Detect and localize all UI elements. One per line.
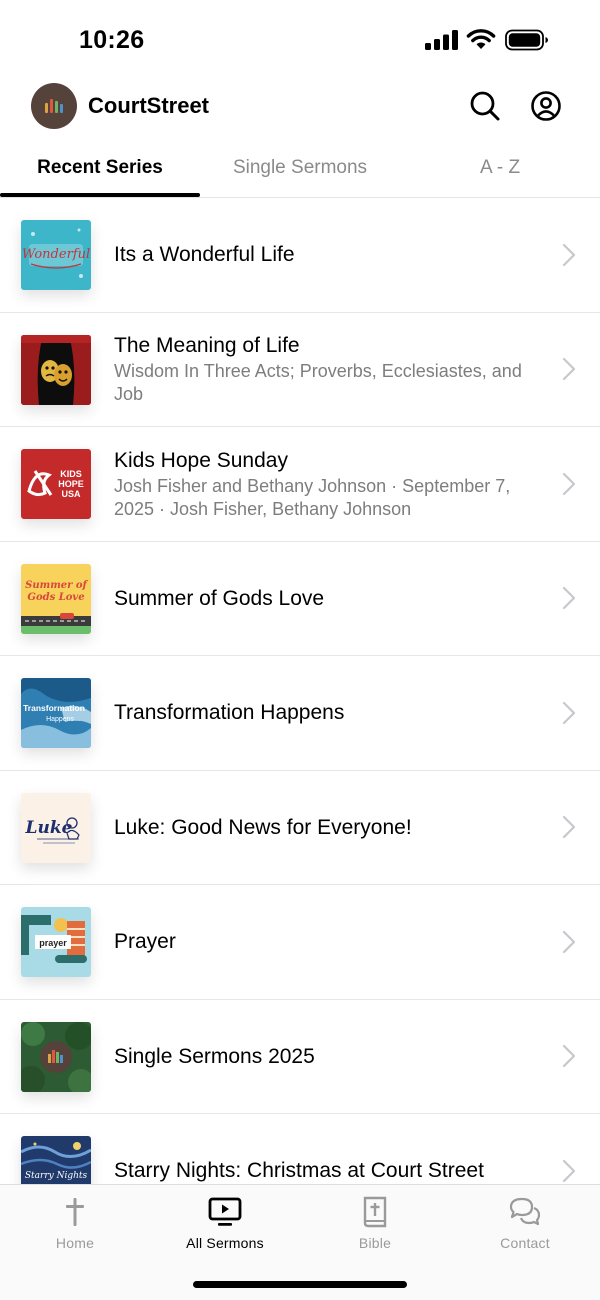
- app-header: CourtStreet: [0, 80, 600, 132]
- nav-label-home: Home: [55, 1235, 95, 1251]
- chevron-right-icon: [562, 587, 576, 610]
- cross-icon: [66, 1198, 84, 1226]
- svg-text:Wonderful: Wonderful: [22, 247, 90, 262]
- series-title: Starry Nights: Christmas at Court Street: [114, 1159, 484, 1183]
- chevron-right-icon: [562, 1159, 576, 1182]
- series-title: Kids Hope Sunday: [114, 448, 288, 472]
- series-row-kids-hope-sunday[interactable]: KIDS HOPE USA Kids Hope Sunday Josh Fish…: [0, 427, 600, 542]
- chevron-right-icon: [562, 816, 576, 839]
- home-indicator[interactable]: [193, 1281, 407, 1288]
- chevron-right-icon: [562, 930, 576, 953]
- svg-text:KIDS: KIDS: [60, 469, 82, 479]
- account-icon[interactable]: [530, 90, 562, 122]
- tab-recent-series[interactable]: Recent Series: [0, 145, 200, 198]
- series-row-starry-nights[interactable]: Starry Nights Starry Nights: Christmas a…: [0, 1114, 600, 1184]
- series-artwork-wonderful-life: Wonderful: [21, 220, 91, 290]
- wifi-icon: [466, 29, 496, 49]
- svg-text:Luke: Luke: [25, 818, 73, 838]
- series-list[interactable]: Wonderful Its a Wonderful Life The Meani…: [0, 198, 600, 1184]
- series-row-transformation-happens[interactable]: Transformation Happens... Transformation…: [0, 656, 600, 771]
- series-subtitle: Wisdom In Three Acts; Proverbs, Ecclesia…: [114, 361, 522, 405]
- series-row-the-meaning-of-life[interactable]: The Meaning of Life Wisdom In Three Acts…: [0, 313, 600, 427]
- app-title: CourtStreet: [88, 93, 210, 118]
- svg-text:Transformation: Transformation: [23, 703, 85, 713]
- bible-icon: [363, 1196, 387, 1228]
- series-row-luke-good-news[interactable]: Luke Luke: Good News for Everyone!: [0, 771, 600, 885]
- series-title: Prayer: [114, 930, 176, 954]
- series-row-its-a-wonderful-life[interactable]: Wonderful Its a Wonderful Life: [0, 198, 600, 313]
- series-title: The Meaning of Life: [114, 334, 300, 358]
- status-bar: 10:26: [0, 0, 600, 80]
- church-logo-avatar[interactable]: [31, 83, 77, 129]
- series-artwork-luke: Luke: [21, 792, 91, 863]
- series-artwork-prayer: prayer: [21, 907, 91, 977]
- series-title: Summer of Gods Love: [114, 586, 325, 610]
- series-row-prayer[interactable]: prayer Prayer: [0, 885, 600, 1000]
- series-artwork-kids-hope: KIDS HOPE USA: [21, 449, 91, 519]
- status-time: 10:26: [79, 26, 145, 54]
- svg-text:Happens...: Happens...: [46, 716, 80, 723]
- nav-home[interactable]: Home: [0, 1185, 150, 1265]
- series-tabs: Recent Series Single Sermons A - Z: [0, 145, 600, 198]
- series-artwork-transformation: Transformation Happens...: [21, 678, 91, 748]
- nav-label-bible: Bible: [358, 1235, 392, 1251]
- cellular-signal-icon: [425, 30, 458, 50]
- active-tab-indicator: [0, 193, 200, 197]
- svg-text:prayer: prayer: [39, 938, 67, 948]
- svg-text:HOPE: HOPE: [58, 479, 84, 489]
- nav-bible[interactable]: Bible: [300, 1185, 450, 1265]
- series-title: Single Sermons 2025: [114, 1044, 315, 1068]
- chevron-right-icon: [562, 701, 576, 724]
- chevron-right-icon: [562, 243, 576, 266]
- nav-label-all-sermons: All Sermons: [186, 1235, 264, 1251]
- series-artwork-meaning-of-life: [21, 334, 91, 405]
- svg-text:Gods Love: Gods Love: [27, 592, 84, 603]
- chevron-right-icon: [562, 1045, 576, 1068]
- chevron-right-icon: [562, 472, 576, 495]
- search-icon[interactable]: [469, 90, 501, 122]
- series-artwork-summer-gods-love: Summer of Gods Love: [21, 563, 91, 634]
- series-subtitle: Josh Fisher and Bethany Johnson · Septem…: [114, 475, 511, 519]
- svg-text:Summer of: Summer of: [25, 580, 88, 591]
- nav-contact[interactable]: Contact: [450, 1185, 600, 1265]
- series-artwork-starry-nights: Starry Nights: [21, 1136, 91, 1184]
- nav-all-sermons[interactable]: All Sermons: [150, 1185, 300, 1265]
- series-artwork-single-sermons: [21, 1021, 91, 1092]
- svg-text:Starry Nights: Starry Nights: [25, 1171, 88, 1181]
- svg-text:USA: USA: [61, 489, 81, 499]
- tv-play-icon: [208, 1197, 242, 1226]
- series-row-single-sermons-2025[interactable]: Single Sermons 2025: [0, 1000, 600, 1114]
- tab-single-sermons[interactable]: Single Sermons: [200, 145, 400, 198]
- series-title: Transformation Happens: [114, 701, 345, 725]
- series-title: Its a Wonderful Life: [114, 243, 295, 267]
- nav-label-contact: Contact: [500, 1235, 550, 1251]
- battery-icon: [505, 29, 548, 51]
- series-title: Luke: Good News for Everyone!: [114, 815, 412, 839]
- chat-bubbles-icon: [509, 1197, 541, 1226]
- tab-a-z[interactable]: A - Z: [400, 145, 600, 198]
- chevron-right-icon: [562, 358, 576, 381]
- series-row-summer-of-gods-love[interactable]: Summer of Gods Love Summer of Gods Love: [0, 542, 600, 656]
